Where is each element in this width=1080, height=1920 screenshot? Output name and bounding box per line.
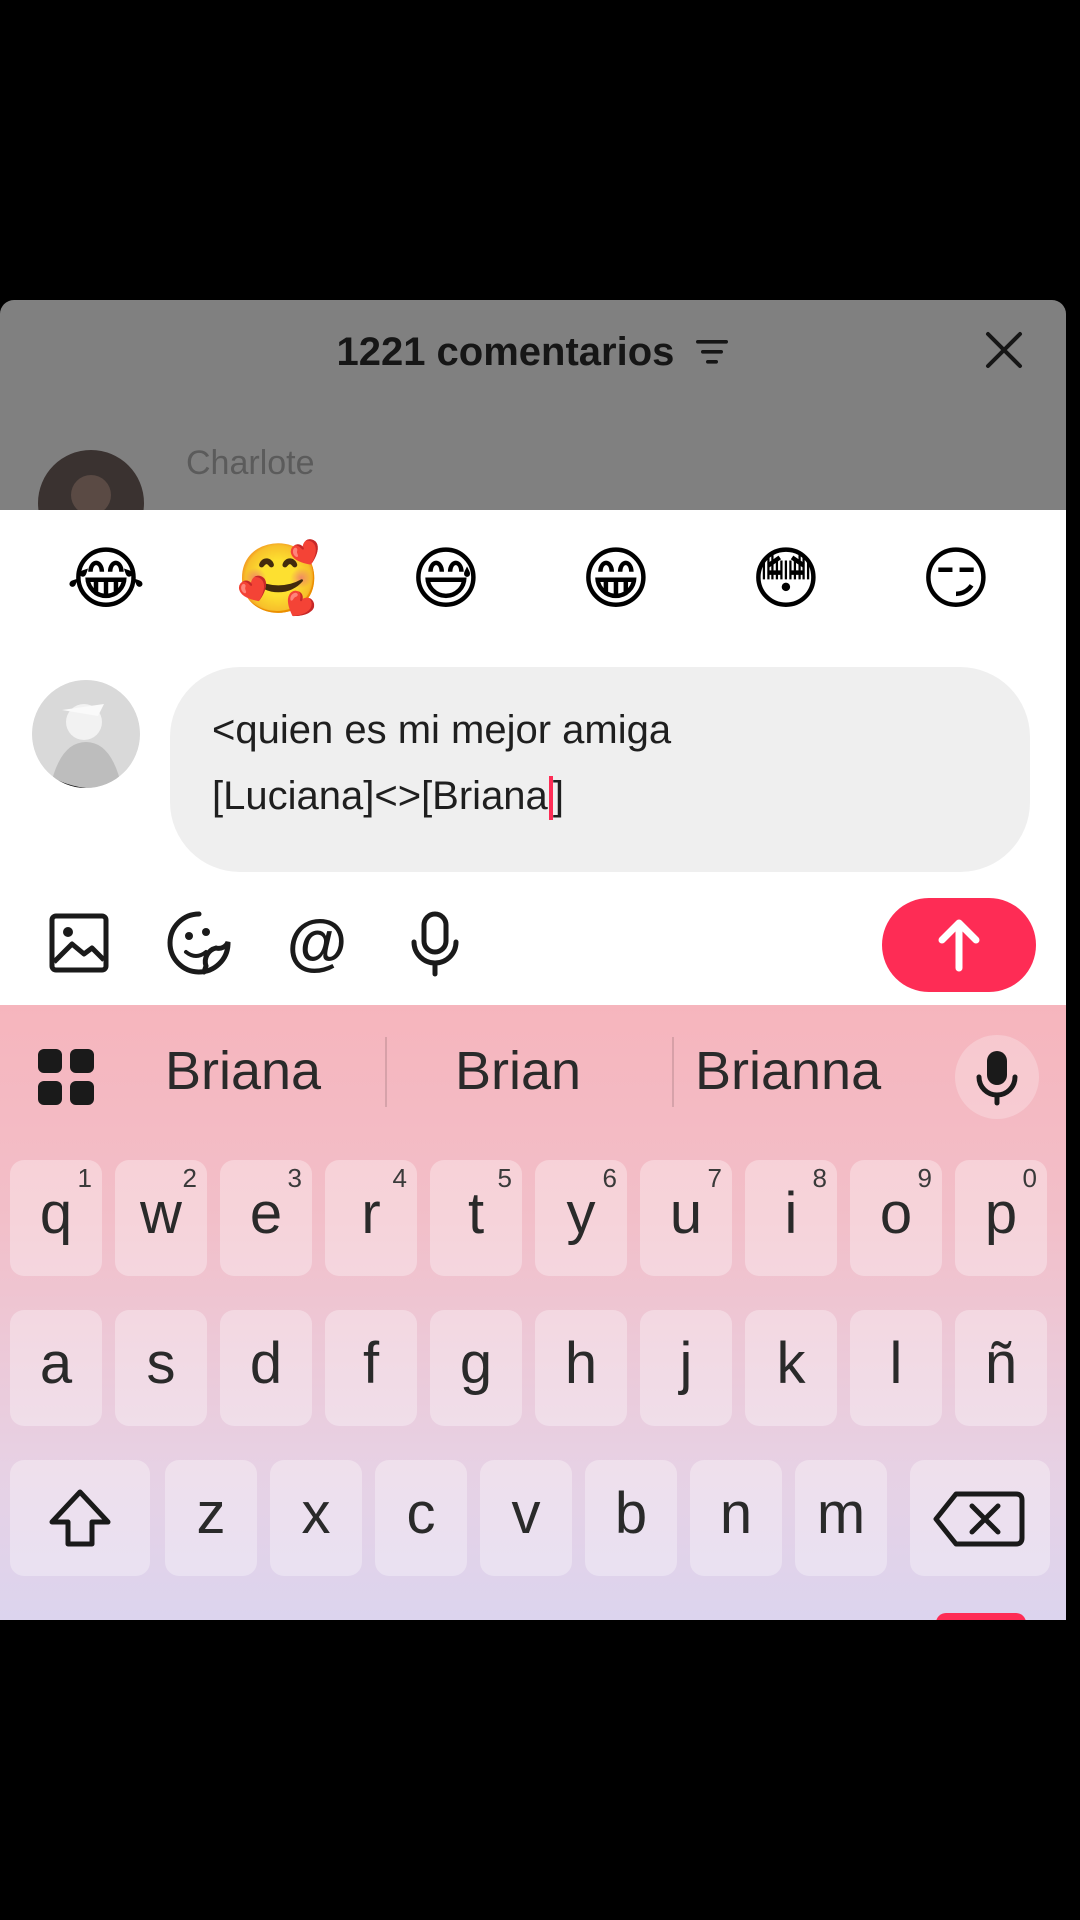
key-b[interactable]: b (585, 1460, 677, 1576)
shift-icon (49, 1489, 111, 1547)
key-y[interactable]: y6 (535, 1160, 627, 1276)
key-a[interactable]: a (10, 1310, 102, 1426)
comment-text-before-caret: <quien es mi mejor amiga [Luciana]<>[Bri… (212, 708, 672, 818)
key-m[interactable]: m (795, 1460, 887, 1576)
image-icon[interactable] (44, 908, 114, 978)
key-w[interactable]: w2 (115, 1160, 207, 1276)
key-hint: 2 (182, 1163, 197, 1193)
key-hint: 1 (77, 1163, 92, 1193)
key-label: o (879, 1181, 913, 1246)
emoji-sweat-smile[interactable]: 😅 (406, 540, 486, 620)
key-label: r (361, 1181, 381, 1246)
shift-key[interactable] (10, 1460, 150, 1576)
key-hint: 9 (917, 1163, 932, 1193)
key-label: i (784, 1181, 798, 1246)
keyboard: Briana Brian Brianna q1 w2 e3 r4 t5 y6 u… (0, 1005, 1066, 1620)
emoji-tears-of-joy[interactable]: 😂 (66, 540, 146, 620)
key-k[interactable]: k (745, 1310, 837, 1426)
voice-input-icon[interactable] (955, 1035, 1039, 1119)
key-s[interactable]: s (115, 1310, 207, 1426)
emoji-grin[interactable]: 😁 (576, 540, 656, 620)
compose-panel: 😂 🥰 😅 😁 😳 😏 <quien es mi mejor amiga [Lu… (0, 510, 1066, 1005)
suggestion-divider (672, 1037, 674, 1107)
key-q[interactable]: q1 (10, 1160, 102, 1276)
backspace-icon (933, 1491, 1025, 1547)
key-label: u (669, 1181, 703, 1246)
key-x[interactable]: x (270, 1460, 362, 1576)
emoji-smiling-hearts[interactable]: 🥰 (236, 540, 321, 620)
suggestion-divider (385, 1037, 387, 1107)
backspace-key[interactable] (910, 1460, 1050, 1576)
send-button[interactable] (882, 898, 1036, 992)
sticker-icon[interactable] (164, 908, 234, 978)
key-label: y (566, 1181, 596, 1246)
key-c[interactable]: c (375, 1460, 467, 1576)
comments-count-label: 1221 comentarios (336, 330, 675, 374)
key-t[interactable]: t5 (430, 1160, 522, 1276)
key-z[interactable]: z (165, 1460, 257, 1576)
key-r[interactable]: r4 (325, 1160, 417, 1276)
arrow-up-icon (938, 919, 980, 972)
comments-sheet: 1221 comentarios Charlote 😂 🥰 😅 😁 😳 😏 <q… (0, 300, 1066, 1620)
key-u[interactable]: u7 (640, 1160, 732, 1276)
key-label: p (984, 1181, 1018, 1246)
suggestion-3[interactable]: Brianna (695, 1040, 881, 1102)
key-i[interactable]: i8 (745, 1160, 837, 1276)
user-avatar (32, 680, 140, 788)
key-hint: 4 (392, 1163, 407, 1193)
key-label: e (249, 1181, 283, 1246)
suggestion-2[interactable]: Brian (455, 1040, 581, 1102)
microphone-icon[interactable] (400, 908, 470, 978)
key-e[interactable]: e3 (220, 1160, 312, 1276)
key-label: w (140, 1181, 182, 1246)
key-j[interactable]: j (640, 1310, 732, 1426)
key-hint: 3 (287, 1163, 302, 1193)
filter-icon[interactable] (694, 332, 730, 377)
key-label: q (39, 1181, 73, 1246)
suggestion-bar: Briana Brian Brianna (0, 1005, 1066, 1145)
key-hint: 0 (1022, 1163, 1037, 1193)
key-d[interactable]: d (220, 1310, 312, 1426)
key-h[interactable]: h (535, 1310, 627, 1426)
emoji-smirk[interactable]: 😏 (916, 540, 996, 620)
emoji-flushed[interactable]: 😳 (746, 540, 826, 620)
mention-icon[interactable]: @ (282, 908, 352, 978)
key-hint: 6 (602, 1163, 617, 1193)
key-l[interactable]: l (850, 1310, 942, 1426)
key-n-tilde[interactable]: ñ (955, 1310, 1047, 1426)
key-n[interactable]: n (690, 1460, 782, 1576)
comment-input-text: <quien es mi mejor amiga [Luciana]<>[Bri… (212, 697, 992, 829)
apps-grid-icon[interactable] (36, 1047, 96, 1107)
commenter-name[interactable]: Charlote (186, 444, 315, 483)
key-g[interactable]: g (430, 1310, 522, 1426)
key-p[interactable]: p0 (955, 1160, 1047, 1276)
send-key-edge (936, 1613, 1026, 1620)
key-hint: 5 (497, 1163, 512, 1193)
comments-header: 1221 comentarios Charlote (0, 300, 1066, 556)
comments-title[interactable]: 1221 comentarios (0, 330, 1066, 377)
suggestion-1[interactable]: Briana (165, 1040, 321, 1102)
close-icon[interactable] (982, 328, 1026, 372)
comment-input[interactable]: <quien es mi mejor amiga [Luciana]<>[Bri… (170, 667, 1030, 872)
key-hint: 7 (707, 1163, 722, 1193)
key-label: t (467, 1181, 485, 1246)
key-v[interactable]: v (480, 1460, 572, 1576)
key-hint: 8 (812, 1163, 827, 1193)
key-f[interactable]: f (325, 1310, 417, 1426)
comment-text-after-caret: ] (552, 774, 564, 818)
key-o[interactable]: o9 (850, 1160, 942, 1276)
emoji-bar: 😂 🥰 😅 😁 😳 😏 (0, 540, 1066, 630)
